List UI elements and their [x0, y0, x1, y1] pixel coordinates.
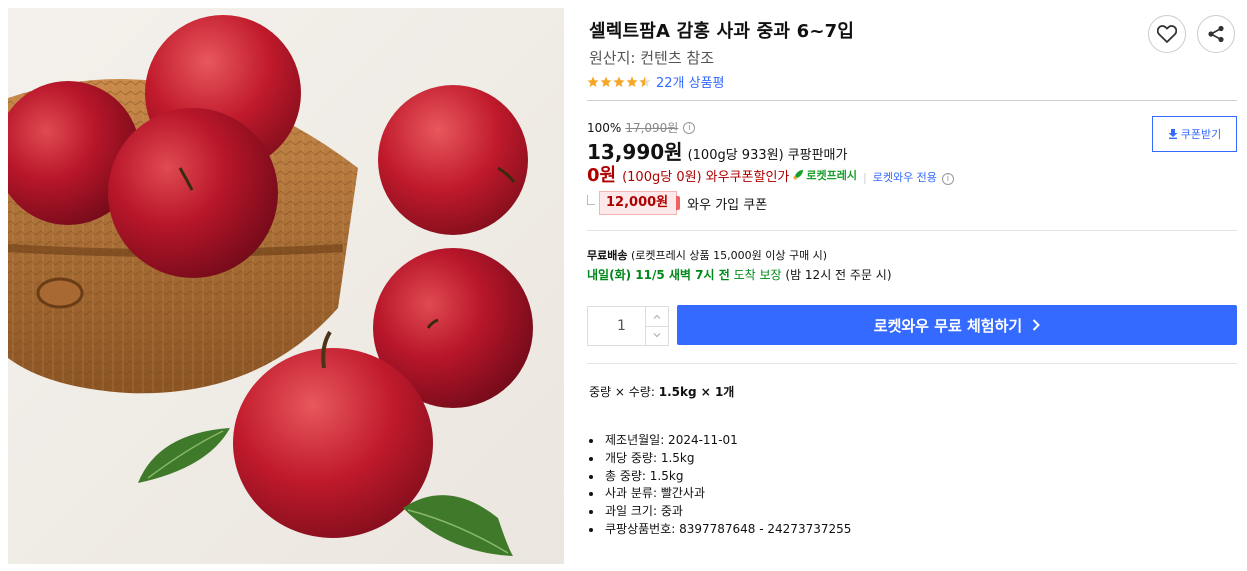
- coupon-download-button[interactable]: 쿠폰받기: [1152, 116, 1237, 152]
- quantity-input[interactable]: 1: [588, 307, 645, 345]
- origin-info: 원산지: 컨텐츠 참조: [589, 49, 714, 67]
- free-shipping-label: 무료배송: [587, 249, 628, 262]
- star-icon: [613, 76, 625, 87]
- spec-item: 제조년월일: 2024-11-01: [603, 432, 851, 450]
- option-value: 1.5kg × 1개: [658, 385, 735, 399]
- free-shipping-info: 무료배송 (로켓프레시 상품 15,000원 이상 구매 시): [587, 247, 827, 263]
- quantity-stepper[interactable]: 1: [587, 306, 669, 346]
- divider: [587, 100, 1237, 101]
- arrival-date: 내일(화) 11/5 새벽 7시 전: [587, 268, 730, 282]
- chevron-down-icon: [653, 333, 661, 338]
- cta-label: 로켓와우 무료 체험하기: [873, 316, 1023, 335]
- order-deadline: (밤 12시 전 주문 시): [785, 268, 892, 282]
- share-button[interactable]: [1197, 15, 1235, 53]
- info-icon[interactable]: i: [941, 173, 954, 185]
- delivery-info: 내일(화) 11/5 새벽 7시 전 도착 보장 (밤 12시 전 주문 시): [587, 266, 892, 283]
- review-count-link[interactable]: 22개 상품평: [656, 72, 725, 91]
- discount-row: 100% 17,090원 i: [587, 119, 696, 136]
- rocket-wow-trial-button[interactable]: 로켓와우 무료 체험하기: [677, 305, 1237, 345]
- wow-price-row: 0원 (100g당 0원) 와우쿠폰할인가 로켓프레시 | 로켓와우 전용 i: [587, 161, 954, 187]
- wow-price-label: 와우쿠폰할인가: [705, 170, 790, 185]
- divider: [587, 363, 1237, 364]
- coupon-amount-tag: 12,000원: [599, 191, 681, 215]
- product-info: 셀렉트팜A 감홍 사과 중과 6~7입 원산지: 컨텐츠 참조 22개 상품평 …: [587, 0, 1239, 571]
- wow-unit-price: (100g당 0원): [622, 170, 702, 185]
- apple-basket-illustration: [8, 8, 564, 564]
- chevron-right-icon: [1033, 319, 1041, 331]
- free-shipping-condition: (로켓프레시 상품 15,000원 이상 구매 시): [630, 249, 828, 262]
- original-price: 17,090원: [625, 121, 679, 135]
- coupon-description: 와우 가입 쿠폰: [687, 197, 768, 213]
- quantity-decrease-button[interactable]: [646, 325, 668, 346]
- rating[interactable]: 22개 상품평: [587, 72, 725, 91]
- option-label: 중량 × 수량:: [589, 385, 655, 399]
- spec-item: 총 중량: 1.5kg: [603, 468, 851, 486]
- star-half-icon: [639, 76, 651, 87]
- chevron-up-icon: [653, 314, 661, 319]
- coupon-connector: [587, 195, 595, 205]
- product-title: 셀렉트팜A 감홍 사과 중과 6~7입: [589, 21, 855, 42]
- spec-item: 개당 중량: 1.5kg: [603, 450, 851, 468]
- download-icon: [1168, 129, 1178, 139]
- wow-price: 0원: [587, 165, 617, 186]
- arrival-guarantee: 도착 보장: [733, 268, 782, 282]
- coupon-download-label: 쿠폰받기: [1180, 128, 1222, 141]
- rocket-fresh-badge: 로켓프레시: [792, 167, 857, 183]
- divider: [587, 230, 1237, 231]
- product-image[interactable]: [8, 8, 564, 564]
- star-icon: [600, 76, 612, 87]
- spec-item: 과일 크기: 중과: [603, 503, 851, 521]
- quantity-increase-button[interactable]: [646, 307, 668, 326]
- discount-rate: 100%: [587, 120, 622, 135]
- info-icon[interactable]: i: [683, 121, 696, 134]
- quantity-step-controls: [645, 307, 668, 345]
- product-spec-list: 제조년월일: 2024-11-01 개당 중량: 1.5kg 총 중량: 1.5…: [589, 432, 851, 539]
- wishlist-button[interactable]: [1148, 15, 1186, 53]
- spec-item: 사과 분류: 빨간사과: [603, 485, 851, 503]
- heart-icon: [1157, 25, 1177, 43]
- rocket-fresh-label: 로켓프레시: [806, 169, 857, 182]
- rocket-wow-only: 로켓와우 전용: [872, 171, 937, 184]
- selected-option: 중량 × 수량: 1.5kg × 1개: [589, 383, 734, 400]
- coupon-row: 12,000원 와우 가입 쿠폰: [587, 191, 767, 215]
- separator: |: [862, 171, 867, 184]
- share-icon: [1208, 25, 1224, 43]
- rocket-icon: [793, 170, 804, 180]
- star-icon: [587, 76, 599, 87]
- star-icon: [626, 76, 638, 87]
- spec-item: 쿠팡상품번호: 8397787648 - 24273737255: [603, 521, 851, 539]
